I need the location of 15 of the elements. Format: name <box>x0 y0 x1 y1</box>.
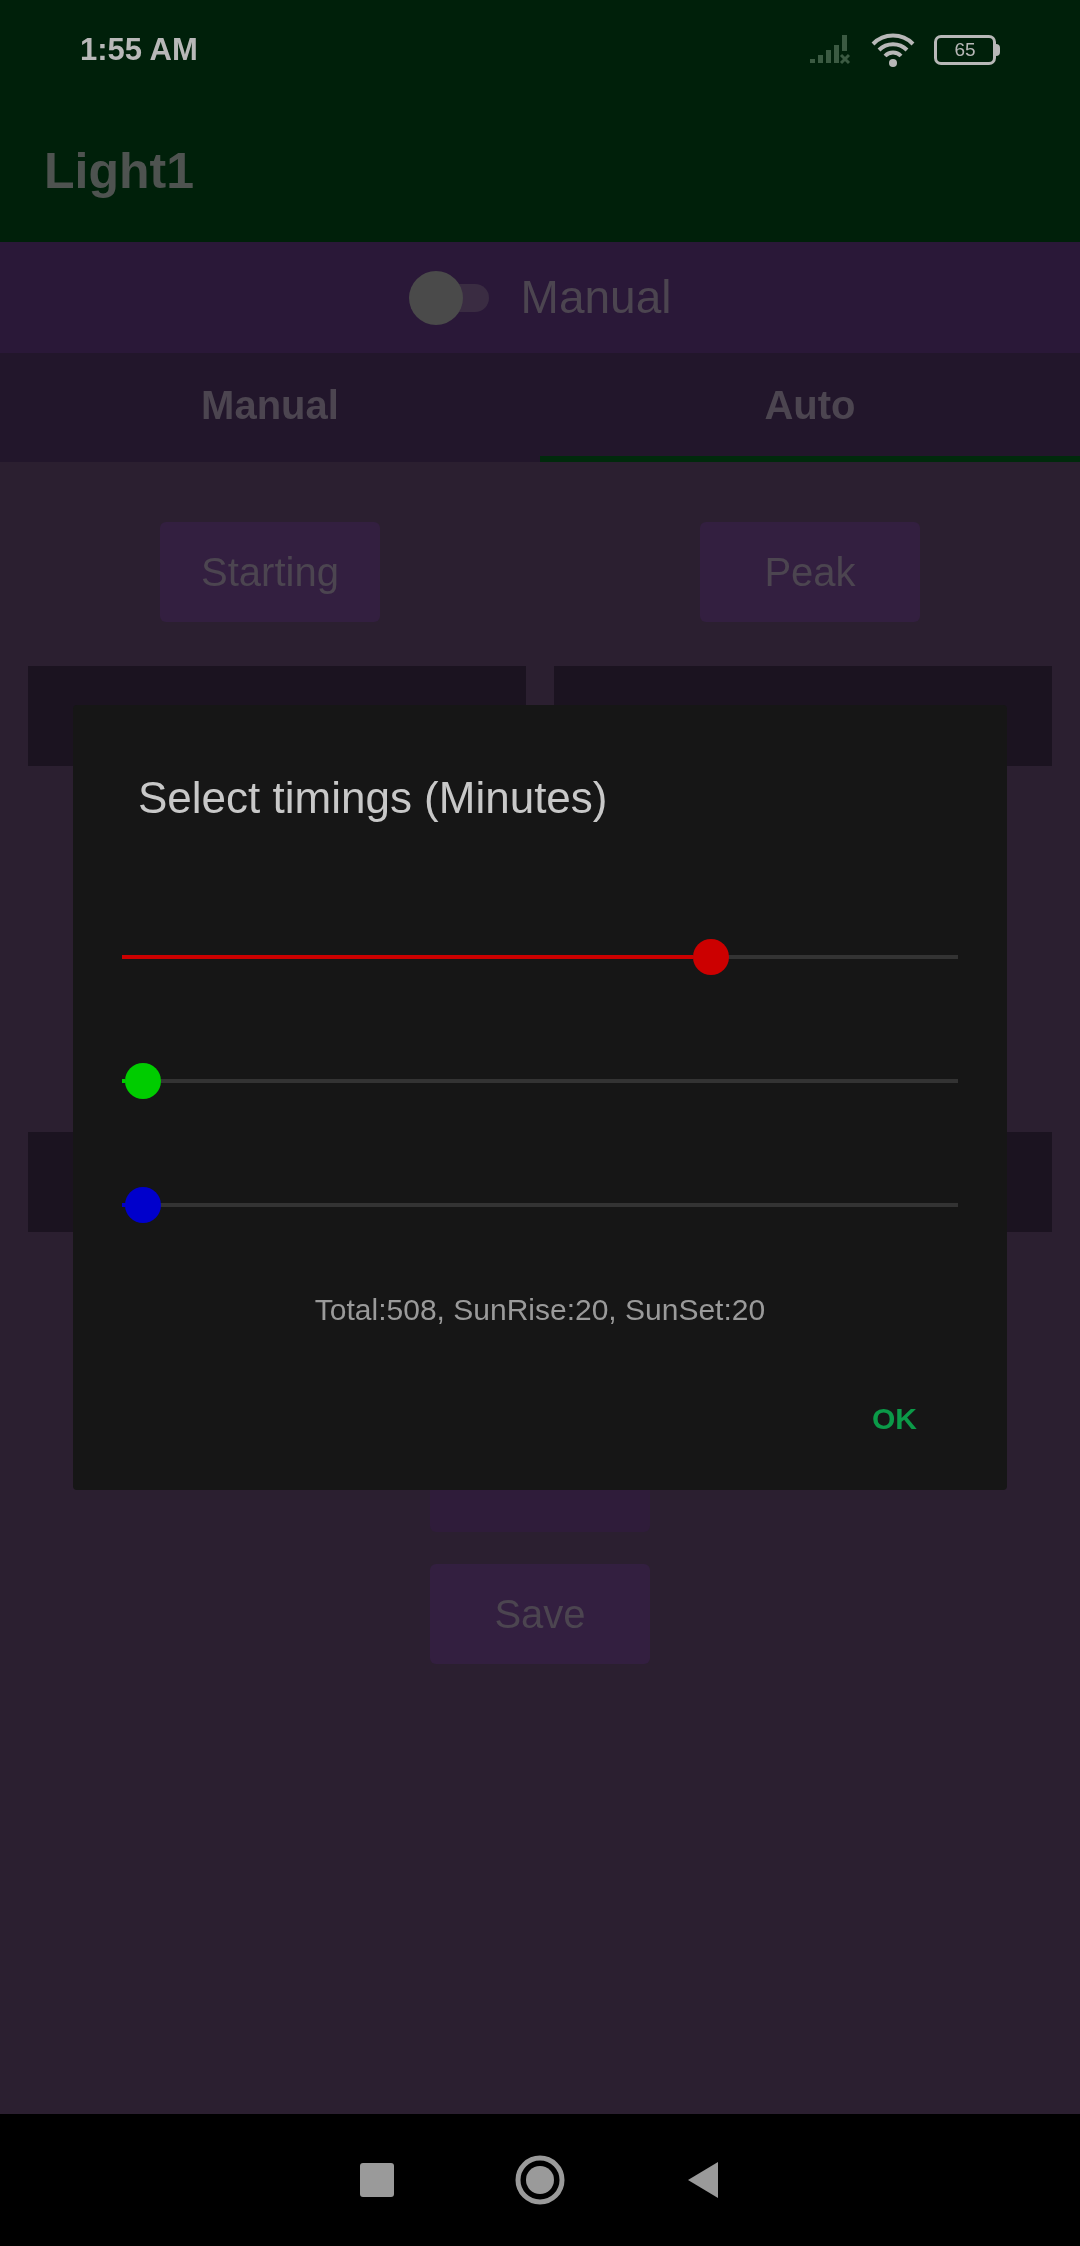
timing-slider[interactable] <box>122 1061 958 1101</box>
slider-thumb[interactable] <box>124 1063 161 1099</box>
signal-icon <box>808 33 852 67</box>
timing-slider[interactable] <box>122 1185 958 1225</box>
app-title: Light1 <box>44 141 194 201</box>
back-icon[interactable] <box>686 2160 720 2200</box>
timing-slider[interactable] <box>122 937 958 977</box>
wifi-icon <box>870 32 916 68</box>
status-time: 1:55 AM <box>80 30 198 69</box>
timings-summary: Total:508, SunRise:20, SunSet:20 <box>314 1292 766 1328</box>
home-icon[interactable] <box>514 2154 566 2206</box>
ok-button[interactable]: OK <box>872 1396 917 1441</box>
slider-thumb[interactable] <box>693 939 730 975</box>
dialog-title: Select timings (Minutes) <box>138 772 609 824</box>
slider-thumb[interactable] <box>124 1187 161 1223</box>
